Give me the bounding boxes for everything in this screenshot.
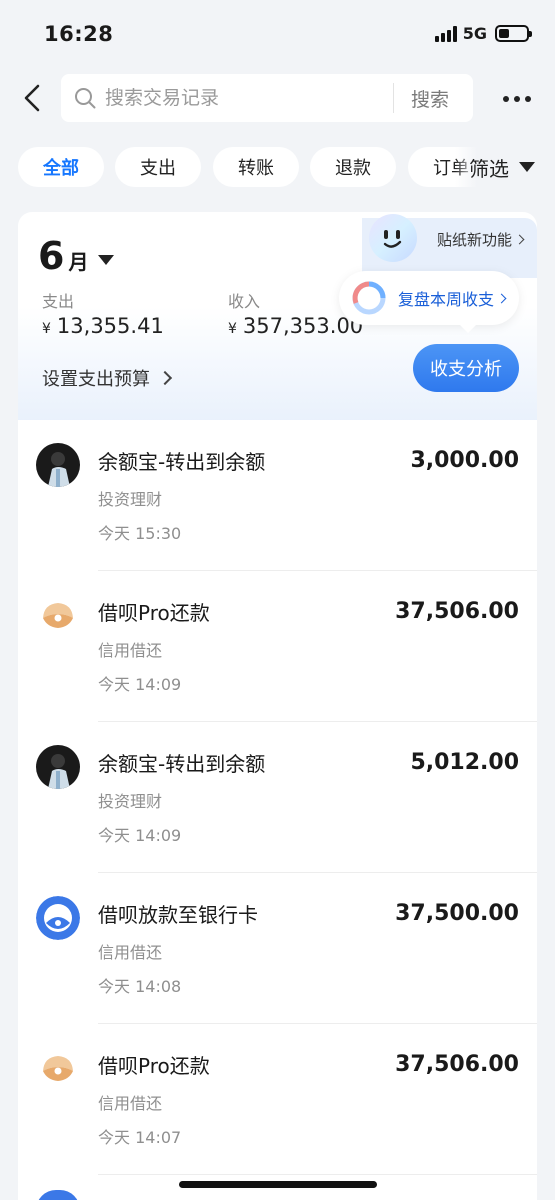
filter-label: 筛选 (469, 156, 509, 181)
transaction-category: 信用借还 (98, 943, 163, 962)
transaction-title: 余额宝-转出到余额 (98, 450, 266, 474)
network-label: 5G (462, 24, 487, 43)
search-icon (75, 88, 96, 109)
transaction-time: 今天 14:07 (98, 1128, 182, 1147)
chip-transfer[interactable]: 转账 (213, 147, 299, 187)
battery-icon (495, 25, 532, 42)
chip-all[interactable]: 全部 (18, 147, 104, 187)
transaction-title: 借呗放款至银行卡 (98, 903, 258, 927)
transaction-category: 投资理财 (98, 490, 163, 509)
set-budget-link[interactable]: 设置支出预算 (42, 365, 173, 391)
avatar-photo-icon (36, 745, 80, 789)
caret-down-icon (98, 255, 115, 265)
avatar-photo-icon (36, 443, 80, 487)
transaction-amount: 37,506.00 (395, 599, 519, 624)
status-icons: 5G (434, 24, 532, 43)
income-expense-analysis-button[interactable]: 收支分析 (413, 344, 519, 392)
transaction-row[interactable]: 余额宝-转出到余额 投资理财 今天 14:09 5,012.00 (18, 722, 537, 873)
transaction-category: 信用借还 (98, 641, 163, 660)
search-button[interactable]: 搜索 (411, 85, 449, 112)
month-number: 6 (38, 234, 65, 278)
chevron-right-icon (514, 234, 525, 245)
transaction-title: 借呗Pro还款 (98, 601, 210, 625)
transaction-category: 投资理财 (98, 792, 163, 811)
transaction-time: 今天 14:08 (98, 977, 182, 996)
transaction-row[interactable]: 借呗Pro还款 信用借还 今天 14:09 37,506.00 (18, 571, 537, 722)
expense-value: ¥13,355.41 (42, 314, 164, 338)
weekly-review-bubble[interactable]: 复盘本周收支 (339, 271, 519, 333)
transaction-list: 余额宝-转出到余额 投资理财 今天 15:30 3,000.00 借呗Pro还款… (18, 420, 537, 1200)
battery-level (499, 29, 509, 38)
transaction-row[interactable]: 余额宝-转出到余额 投资理财 今天 15:30 3,000.00 (18, 420, 537, 571)
more-dots-icon (503, 96, 509, 102)
transaction-time: 今天 14:09 (98, 675, 182, 694)
chip-refund[interactable]: 退款 (310, 147, 396, 187)
month-suffix: 月 (68, 250, 89, 274)
sticker-feature-link[interactable]: 贴纸新功能 (437, 229, 525, 250)
home-indicator[interactable] (179, 1181, 377, 1188)
transaction-category: 信用借还 (98, 1094, 163, 1113)
transaction-time: 今天 15:30 (98, 524, 182, 543)
jiebei-shell-icon (36, 1047, 80, 1091)
transaction-amount: 5,012.00 (410, 750, 519, 775)
search-header: 搜索 (0, 74, 555, 122)
more-options-button[interactable] (503, 96, 531, 102)
caret-down-icon (519, 162, 535, 172)
search-divider (393, 83, 394, 113)
back-button[interactable] (18, 80, 50, 116)
transaction-amount: 37,500.00 (395, 901, 519, 926)
transaction-time: 今天 14:09 (98, 826, 182, 845)
jiebei-blue-icon (36, 896, 80, 940)
chevron-right-icon (157, 370, 173, 386)
transaction-title: 余额宝-转出到余额 (98, 752, 266, 776)
month-selector[interactable]: 6 月 (38, 234, 115, 278)
transaction-row[interactable]: 借呗Pro还款 信用借还 今天 14:07 37,506.00 (18, 1024, 537, 1175)
chevron-left-icon (24, 84, 40, 112)
transaction-amount: 3,000.00 (410, 448, 519, 473)
mascot-sticker-icon[interactable] (367, 212, 419, 264)
expense-label: 支出 (42, 292, 75, 311)
signal-icon (434, 25, 457, 42)
donut-chart-icon (352, 281, 386, 315)
filter-button[interactable]: 筛选 (455, 147, 555, 187)
transaction-title: 借呗Pro还款 (98, 1054, 210, 1078)
status-bar: 16:28 5G (0, 0, 555, 70)
chevron-right-icon (496, 293, 507, 303)
income-value: ¥357,353.00 (228, 314, 364, 338)
jiebei-shell-icon (36, 594, 80, 638)
transaction-amount: 37,506.00 (395, 1052, 519, 1077)
weekly-review-label: 复盘本周收支 (398, 290, 495, 309)
transaction-row[interactable]: 借呗放款至银行卡 信用借还 今天 14:08 37,500.00 (18, 873, 537, 1024)
search-box[interactable]: 搜索 (61, 74, 473, 122)
income-label: 收入 (228, 292, 261, 311)
search-input[interactable] (105, 87, 365, 109)
status-time: 16:28 (44, 22, 114, 46)
chip-expense[interactable]: 支出 (115, 147, 201, 187)
